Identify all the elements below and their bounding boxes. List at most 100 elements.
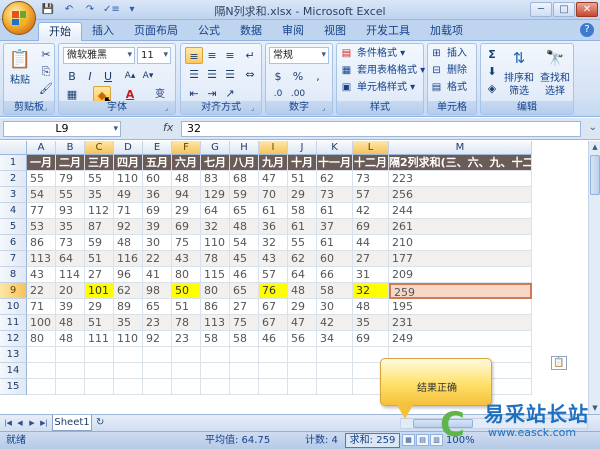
bold-button[interactable]: B: [63, 68, 81, 85]
tab-6[interactable]: 视图: [314, 22, 356, 41]
table-cell[interactable]: 209: [389, 267, 532, 283]
table-cell[interactable]: 42: [317, 315, 353, 331]
row-header-10[interactable]: 10: [0, 299, 27, 315]
table-cell[interactable]: 54: [27, 187, 56, 203]
name-box[interactable]: L9 ▾: [3, 121, 121, 137]
copy-button[interactable]: ⎘: [37, 63, 55, 80]
table-cell[interactable]: [143, 363, 172, 379]
align-middle-icon[interactable]: ≡: [203, 47, 221, 64]
table-cell[interactable]: 57: [353, 187, 389, 203]
align-top-icon[interactable]: ≡: [185, 47, 203, 64]
table-cell[interactable]: [143, 379, 172, 395]
scroll-up-icon[interactable]: ▲: [589, 141, 600, 153]
table-cell[interactable]: 36: [259, 219, 288, 235]
table-cell[interactable]: [172, 379, 201, 395]
table-cell[interactable]: 27: [230, 299, 259, 315]
table-cell[interactable]: 87: [85, 219, 114, 235]
table-cell[interactable]: 100: [27, 315, 56, 331]
expand-formula-icon[interactable]: ⌄: [589, 122, 597, 133]
row-header-14[interactable]: 14: [0, 363, 27, 379]
column-header-g[interactable]: G: [201, 141, 230, 155]
table-cell[interactable]: 61: [317, 203, 353, 219]
table-cell[interactable]: 55: [85, 171, 114, 187]
table-cell[interactable]: 51: [85, 251, 114, 267]
table-cell[interactable]: 57: [259, 267, 288, 283]
table-cell[interactable]: 46: [259, 331, 288, 347]
tab-0[interactable]: 开始: [38, 22, 82, 41]
table-cell[interactable]: [114, 363, 143, 379]
alignment-launcher-icon[interactable]: ⌟: [251, 104, 259, 112]
table-cell[interactable]: 29: [288, 187, 317, 203]
grow-font-button[interactable]: A▴: [121, 68, 139, 85]
decrease-indent-icon[interactable]: ⇤: [185, 85, 203, 102]
row-header-6[interactable]: 6: [0, 235, 27, 251]
table-cell[interactable]: [114, 379, 143, 395]
minimize-button[interactable]: ─: [530, 2, 552, 17]
table-cell[interactable]: 61: [259, 203, 288, 219]
table-cell[interactable]: 29: [85, 299, 114, 315]
table-cell[interactable]: 51: [288, 171, 317, 187]
row-header-2[interactable]: 2: [0, 171, 27, 187]
table-cell[interactable]: 54: [230, 235, 259, 251]
table-cell[interactable]: 60: [143, 171, 172, 187]
table-cell[interactable]: 71: [114, 203, 143, 219]
table-cell[interactable]: 60: [317, 251, 353, 267]
table-cell[interactable]: [56, 379, 85, 395]
next-sheet-icon[interactable]: ▶: [27, 417, 37, 429]
table-cell[interactable]: 65: [230, 203, 259, 219]
table-cell[interactable]: 43: [172, 251, 201, 267]
table-cell[interactable]: [317, 379, 353, 395]
column-header-d[interactable]: D: [114, 141, 143, 155]
office-button[interactable]: [2, 1, 36, 35]
row-header-13[interactable]: 13: [0, 347, 27, 363]
table-cell[interactable]: 92: [143, 331, 172, 347]
table-cell[interactable]: 23: [143, 315, 172, 331]
table-cell[interactable]: 55: [288, 235, 317, 251]
tab-7[interactable]: 开发工具: [356, 22, 420, 41]
conditional-format-button[interactable]: ▤ 条件格式 ▾: [339, 46, 405, 62]
row-header-8[interactable]: 8: [0, 267, 27, 283]
shrink-font-button[interactable]: A▾: [139, 68, 157, 85]
table-cell[interactable]: 73: [353, 171, 389, 187]
table-cell[interactable]: 51: [172, 299, 201, 315]
table-cell[interactable]: 47: [259, 171, 288, 187]
insert-sheet-icon[interactable]: ↻: [96, 417, 112, 429]
table-cell[interactable]: [288, 379, 317, 395]
cut-button[interactable]: ✂: [37, 46, 55, 63]
table-format-button[interactable]: ▦ 套用表格格式 ▾: [339, 63, 425, 79]
tab-4[interactable]: 数据: [230, 22, 272, 41]
table-cell[interactable]: 71: [27, 299, 56, 315]
table-cell[interactable]: 111: [85, 331, 114, 347]
table-cell[interactable]: 61: [288, 219, 317, 235]
table-cell[interactable]: 62: [114, 283, 143, 299]
column-header-k[interactable]: K: [317, 141, 353, 155]
table-cell[interactable]: 115: [201, 267, 230, 283]
insert-function-icon[interactable]: fx: [163, 121, 173, 134]
table-cell[interactable]: 48: [56, 331, 85, 347]
column-header-h[interactable]: H: [230, 141, 259, 155]
font-launcher-icon[interactable]: ⌟: [165, 104, 173, 112]
table-cell[interactable]: 39: [143, 219, 172, 235]
align-bottom-icon[interactable]: ≡: [221, 47, 239, 64]
row-header-3[interactable]: 3: [0, 187, 27, 203]
sheet-tab-sheet1[interactable]: Sheet1: [52, 415, 92, 431]
table-cell[interactable]: 27: [353, 251, 389, 267]
table-cell[interactable]: 67: [259, 315, 288, 331]
table-cell[interactable]: 69: [353, 331, 389, 347]
table-cell[interactable]: 32: [201, 219, 230, 235]
currency-button[interactable]: $: [269, 68, 287, 85]
first-sheet-icon[interactable]: |◀: [3, 417, 13, 429]
table-cell[interactable]: 73: [317, 187, 353, 203]
orientation-icon[interactable]: ↗: [221, 85, 239, 102]
table-cell[interactable]: 51: [85, 315, 114, 331]
merge-center-icon[interactable]: ⇔: [241, 66, 259, 83]
row-header-7[interactable]: 7: [0, 251, 27, 267]
table-cell[interactable]: 49: [114, 187, 143, 203]
align-left-icon[interactable]: ☰: [185, 66, 203, 83]
table-cell[interactable]: 80: [201, 283, 230, 299]
find-select-button[interactable]: 🔭 查找和选择: [539, 46, 571, 98]
header-cell[interactable]: 二月: [56, 155, 85, 171]
table-cell[interactable]: 58: [201, 331, 230, 347]
table-cell[interactable]: 86: [201, 299, 230, 315]
row-header-12[interactable]: 12: [0, 331, 27, 347]
